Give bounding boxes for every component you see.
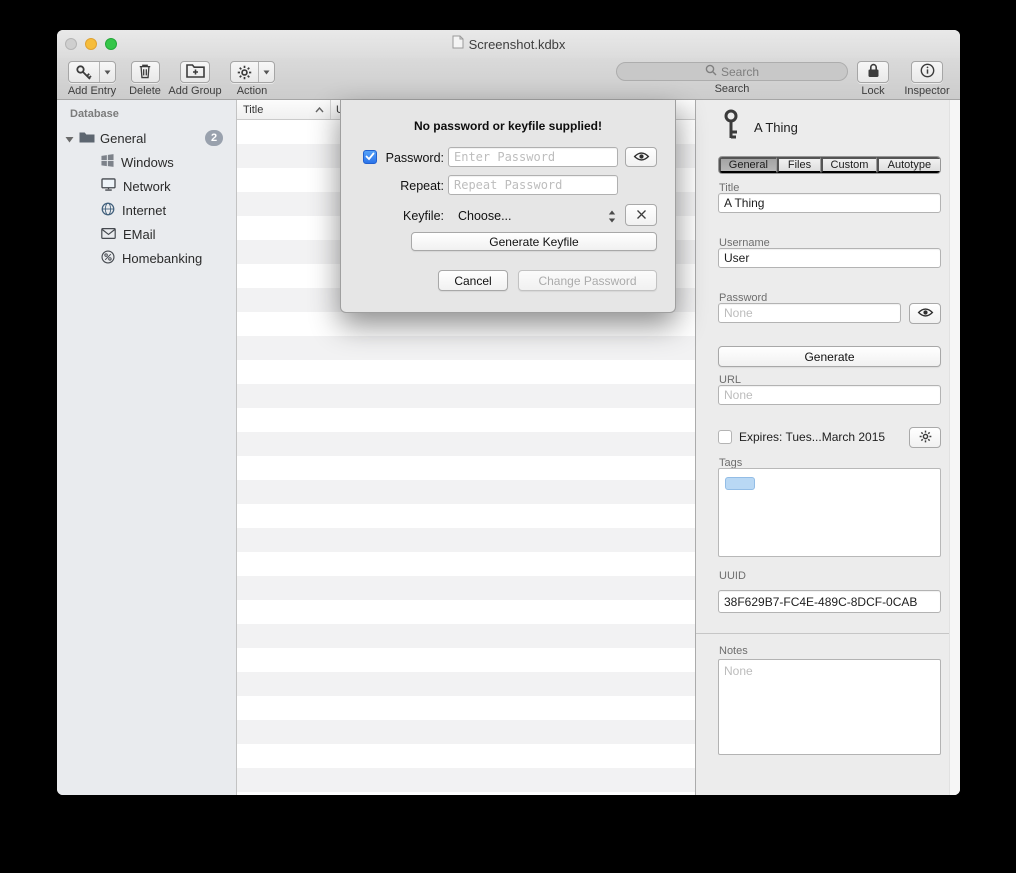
inspector-button[interactable] [911,61,943,83]
action-label: Action [237,85,268,97]
password-checkbox[interactable] [363,150,377,164]
app-window: Screenshot.kdbx Add Entry Delete Add Gro… [57,30,960,795]
info-icon [920,63,935,81]
sidebar-item-label: Homebanking [122,251,202,266]
document-icon [452,35,464,54]
window-title: Screenshot.kdbx [469,37,566,52]
expires-label: Expires: Tues...March 2015 [739,430,885,444]
inspector-tabs: General Files Custom Autotype [718,156,941,174]
sheet-message: No password or keyfile supplied! [341,119,675,133]
inspector-panel: A Thing General Files Custom Autotype Ti… [695,100,960,795]
tab-general[interactable]: General [719,157,777,173]
divider [696,633,949,634]
trash-icon [138,63,152,82]
tab-autotype[interactable]: Autotype [877,157,940,173]
globe-icon [101,202,115,219]
show-password-button[interactable] [625,147,657,167]
search-input[interactable]: Search [616,62,848,81]
column-header-title[interactable]: Title [237,100,331,119]
notes-field[interactable] [718,659,941,755]
lock-button[interactable] [857,61,889,83]
lock-icon [867,63,880,81]
folder-plus-icon [186,63,205,81]
expires-settings-button[interactable] [909,427,941,448]
sidebar-item-label: Network [123,179,171,194]
add-group-button[interactable] [180,61,210,83]
tag-chip[interactable] [725,477,755,490]
url-field[interactable] [718,385,941,405]
notes-label: Notes [719,645,748,657]
monitor-icon [101,178,116,194]
sidebar-item-label: Windows [121,155,174,170]
key-icon [721,109,741,146]
sidebar-item-network[interactable]: Network [57,174,236,198]
add-entry-button[interactable] [68,61,116,83]
clear-keyfile-button[interactable] [625,204,657,226]
repeat-input[interactable] [448,175,618,195]
generate-password-button[interactable]: Generate [718,346,941,367]
add-group-label: Add Group [168,85,221,97]
action-button[interactable] [230,61,275,83]
inspector-scrollbar[interactable] [949,100,960,795]
checkmark-icon [365,148,375,166]
keyfile-popup[interactable]: Choose... [448,205,618,227]
magnifier-icon [705,63,717,81]
gear-icon [919,430,932,446]
key-icon [69,62,99,82]
entry-title: A Thing [754,120,798,135]
disclosure-triangle-icon[interactable] [65,131,74,146]
sidebar-item-label: EMail [123,227,156,242]
uuid-label: UUID [719,570,746,582]
stepper-icon [608,210,616,223]
change-password-sheet: No password or keyfile supplied! Passwor… [340,100,676,313]
cancel-button[interactable]: Cancel [438,270,508,291]
repeat-label: Repeat: [380,179,444,193]
chevron-down-icon [99,62,115,82]
folder-icon [79,131,95,146]
gear-icon [231,62,258,82]
uuid-field[interactable] [718,590,941,613]
search-label: Search [715,83,750,95]
eye-icon [917,306,934,321]
sidebar-item-internet[interactable]: Internet [57,198,236,222]
sidebar-item-windows[interactable]: Windows [57,150,236,174]
toolbar: Add Entry Delete Add Group Action Search [57,58,960,100]
envelope-icon [101,227,116,242]
password-input[interactable] [448,147,618,167]
windows-icon [101,154,114,170]
sidebar-header: Database [70,108,119,120]
sidebar-item-email[interactable]: EMail [57,222,236,246]
x-icon [636,208,647,223]
expires-checkbox[interactable] [718,430,732,444]
lock-label: Lock [861,85,884,97]
chevron-down-icon [258,62,274,82]
add-entry-label: Add Entry [68,85,116,97]
inspector-label: Inspector [904,85,949,97]
generate-keyfile-button[interactable]: Generate Keyfile [411,232,657,251]
reveal-password-button[interactable] [909,303,941,324]
entry-count-badge: 2 [205,130,223,146]
password-label: Password: [380,151,444,165]
eye-icon [633,150,650,165]
sidebar-item-general[interactable]: General 2 [57,126,236,150]
password-field[interactable] [718,303,901,323]
keyfile-label: Keyfile: [380,209,444,223]
sidebar-item-homebanking[interactable]: Homebanking [57,246,236,270]
sidebar-item-label: Internet [122,203,166,218]
sidebar: Database General 2 Windows Network Inter… [57,100,237,795]
tags-box[interactable] [718,468,941,557]
title-field[interactable] [718,193,941,213]
change-password-button[interactable]: Change Password [518,270,657,291]
search-placeholder: Search [721,65,759,79]
titlebar: Screenshot.kdbx [57,30,960,58]
sidebar-item-label: General [100,131,146,146]
delete-label: Delete [129,85,161,97]
sort-ascending-icon [315,104,324,116]
percent-icon [101,250,115,267]
username-field[interactable] [718,248,941,268]
delete-button[interactable] [131,61,160,83]
tab-custom[interactable]: Custom [821,157,877,173]
tab-files[interactable]: Files [777,157,822,173]
